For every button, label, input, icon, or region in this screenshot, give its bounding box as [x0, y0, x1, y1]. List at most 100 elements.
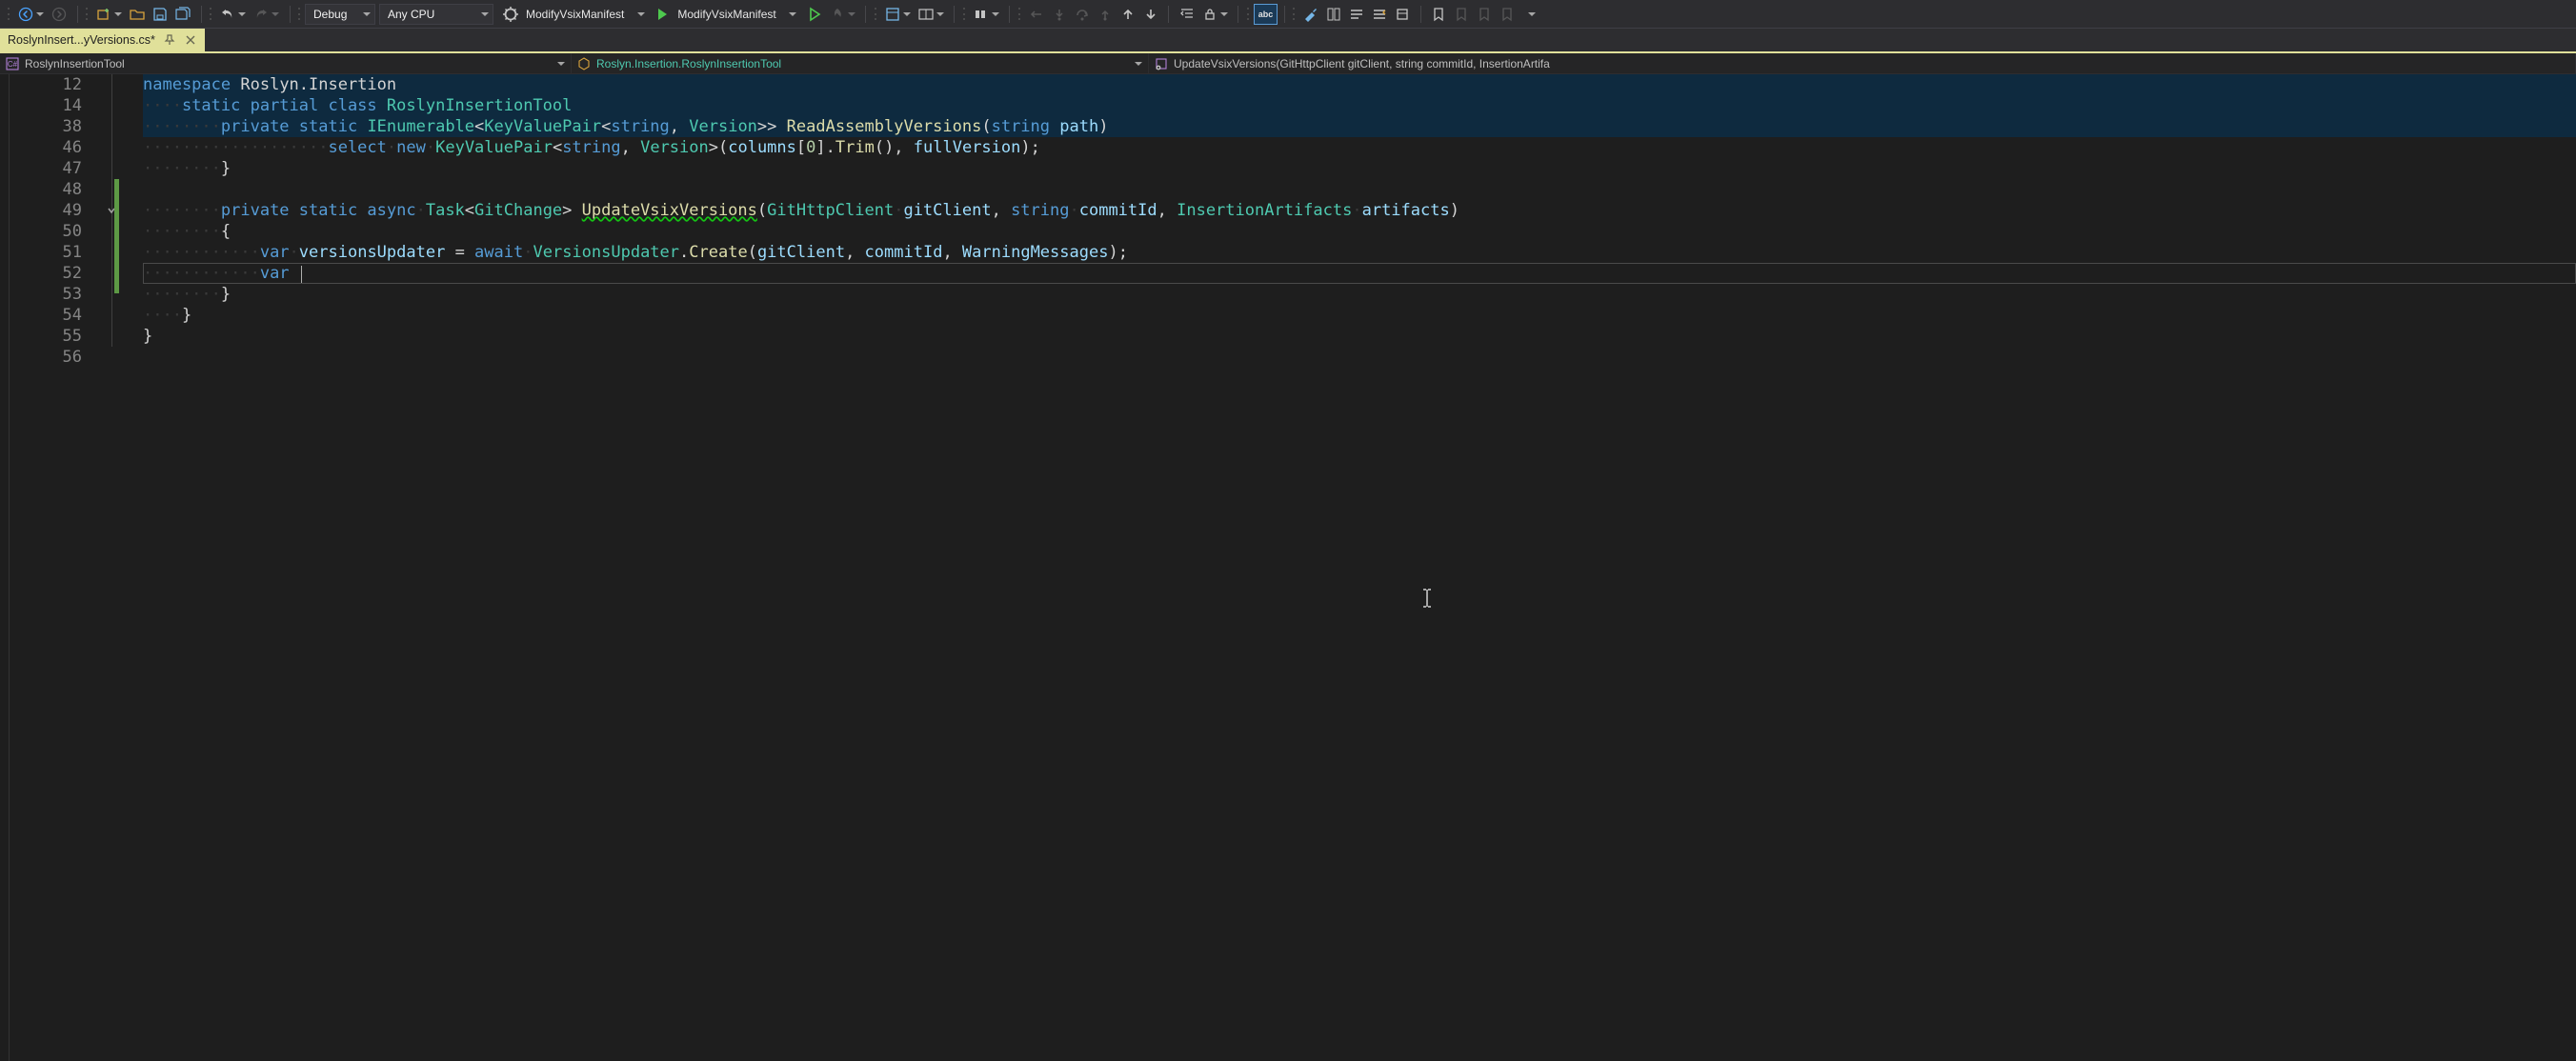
combo-value: Any CPU	[388, 8, 434, 21]
debug-target-label: ModifyVsixManifest	[674, 8, 779, 21]
hot-reload-button[interactable]	[826, 4, 859, 25]
nav-type-text: Roslyn.Insertion.RoslynInsertionTool	[596, 57, 781, 70]
start-without-debug-button[interactable]	[803, 4, 826, 25]
line-number: 46	[10, 137, 82, 158]
save-all-button[interactable]	[171, 4, 194, 25]
editor-glyph-margin[interactable]	[0, 74, 10, 1061]
nav-project-text: RoslynInsertionTool	[25, 57, 125, 70]
line-number: 51	[10, 242, 82, 263]
startup-project-label: ModifyVsixManifest	[522, 8, 628, 21]
line-number: 49	[10, 200, 82, 221]
line-number: 38	[10, 116, 82, 137]
save-button[interactable]	[149, 4, 171, 25]
nav-project-combo[interactable]: C# RoslynInsertionTool	[0, 53, 572, 73]
toolbar-grip[interactable]	[1245, 5, 1251, 24]
code-line[interactable]: ········{	[143, 221, 2576, 242]
document-tab-active[interactable]: RoslynInsert...yVersions.cs*	[0, 29, 205, 51]
open-file-button[interactable]	[126, 4, 149, 25]
code-line[interactable]: ········}	[143, 284, 2576, 305]
step-into-button[interactable]	[1048, 4, 1071, 25]
code-line[interactable]: ············var·versionsUpdater = await·…	[143, 242, 2576, 263]
line-number: 47	[10, 158, 82, 179]
tab-title: RoslynInsert...yVersions.cs*	[8, 33, 155, 47]
step-out-button[interactable]	[1094, 4, 1117, 25]
line-number: 55	[10, 326, 82, 347]
outdent-button[interactable]	[1176, 4, 1198, 25]
tool-button[interactable]	[1345, 4, 1368, 25]
code-line[interactable]: ····}	[143, 305, 2576, 326]
document-tab-bar: RoslynInsert...yVersions.cs*	[0, 29, 2576, 53]
code-line[interactable]	[143, 347, 2576, 368]
pin-icon[interactable]	[163, 33, 176, 47]
code-line[interactable]: ···················select·new·KeyValuePa…	[143, 137, 2576, 158]
code-line[interactable]: ········}	[143, 158, 2576, 179]
start-debug-button[interactable]	[651, 4, 674, 25]
split-editor-button[interactable]	[915, 4, 948, 25]
tool-button[interactable]	[1391, 4, 1414, 25]
line-number: 52	[10, 263, 82, 284]
sticky-scope-line: namespace Roslyn.Insertion	[143, 74, 2576, 95]
code-editor[interactable]: 12 14 38 46 47 48 49 50 51 52 53 54 55 5…	[0, 74, 2576, 1061]
build-button[interactable]	[499, 4, 522, 25]
nav-back-button[interactable]	[14, 4, 48, 25]
toolbar-grip[interactable]	[6, 5, 11, 24]
code-line[interactable]: }	[143, 326, 2576, 347]
close-icon[interactable]	[184, 33, 197, 47]
tool-button[interactable]	[1299, 4, 1322, 25]
arrow-up-button[interactable]	[1117, 4, 1139, 25]
line-number: 53	[10, 284, 82, 305]
toolbar-grip[interactable]	[84, 5, 90, 24]
line-number-gutter[interactable]: 12 14 38 46 47 48 49 50 51 52 53 54 55 5…	[10, 74, 101, 1061]
tool-button[interactable]	[1322, 4, 1345, 25]
text-caret	[301, 266, 302, 283]
svg-text:C#: C#	[8, 60, 18, 69]
step-over-button[interactable]	[1071, 4, 1094, 25]
method-icon	[1155, 57, 1168, 70]
solution-config-combo[interactable]: Debug	[305, 4, 375, 25]
undo-button[interactable]	[216, 4, 250, 25]
editor-nav-bar: C# RoslynInsertionTool Roslyn.Insertion.…	[0, 53, 2576, 74]
startup-project-dropdown[interactable]	[628, 4, 651, 25]
abc-frame-button[interactable]: abc	[1254, 4, 1278, 25]
toolbar-grip[interactable]	[1016, 5, 1022, 24]
code-line[interactable]: ········private static async·Task<GitCha…	[143, 200, 2576, 221]
line-number: 48	[10, 179, 82, 200]
nav-member-combo[interactable]: UpdateVsixVersions(GitHttpClient gitClie…	[1149, 53, 2576, 73]
csharp-project-icon: C#	[6, 57, 19, 70]
toolbar-grip[interactable]	[1291, 5, 1297, 24]
line-number: 56	[10, 347, 82, 368]
sticky-scope-line: ····static partial class RoslynInsertion…	[143, 95, 2576, 116]
line-number: 14	[10, 95, 82, 116]
toolbar-grip[interactable]	[296, 5, 302, 24]
redo-button[interactable]	[250, 4, 283, 25]
main-toolbar: Debug Any CPU ModifyVsixManifest ModifyV…	[0, 0, 2576, 29]
bookmark-clear-button[interactable]	[1496, 4, 1519, 25]
line-number: 12	[10, 74, 82, 95]
bookmark-button[interactable]	[1427, 4, 1450, 25]
lock-button[interactable]	[1198, 4, 1232, 25]
class-icon	[577, 57, 591, 70]
toolbar-grip[interactable]	[873, 5, 878, 24]
code-area[interactable]: namespace Roslyn.Insertion ····static pa…	[101, 74, 2576, 1061]
tool-button[interactable]	[1368, 4, 1391, 25]
line-number: 50	[10, 221, 82, 242]
nav-forward-button[interactable]	[48, 4, 70, 25]
sticky-scope-line: ········private static IEnumerable<KeyVa…	[143, 116, 2576, 137]
new-project-button[interactable]	[92, 4, 126, 25]
code-line-current[interactable]: ············var	[143, 263, 2576, 284]
arrow-down-button[interactable]	[1139, 4, 1162, 25]
nav-member-text: UpdateVsixVersions(GitHttpClient gitClie…	[1174, 57, 1550, 70]
window-layout-button[interactable]	[881, 4, 915, 25]
toolbar-overflow[interactable]	[1519, 4, 1541, 25]
toolbar-grip[interactable]	[961, 5, 967, 24]
combo-value: Debug	[313, 8, 347, 21]
code-line[interactable]	[143, 179, 2576, 200]
bookmark-prev-button[interactable]	[1450, 4, 1473, 25]
nav-type-combo[interactable]: Roslyn.Insertion.RoslynInsertionTool	[572, 53, 1149, 73]
solution-platform-combo[interactable]: Any CPU	[379, 4, 493, 25]
toolbar-grip[interactable]	[208, 5, 213, 24]
bookmark-next-button[interactable]	[1473, 4, 1496, 25]
breakpoint-nav-button[interactable]	[970, 4, 1003, 25]
step-back-button[interactable]	[1025, 4, 1048, 25]
debug-target-dropdown[interactable]	[780, 4, 803, 25]
